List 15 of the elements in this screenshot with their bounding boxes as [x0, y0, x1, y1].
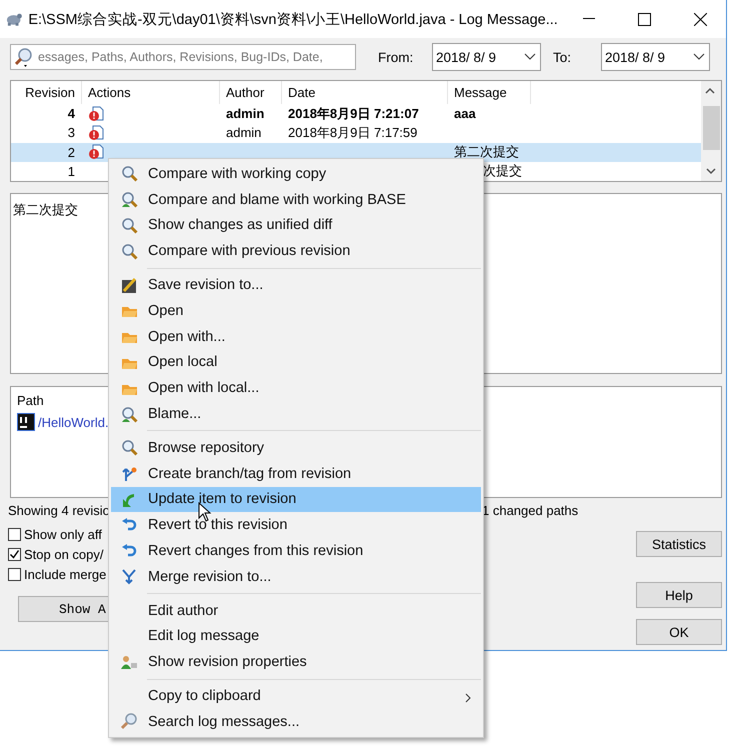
checkbox-label: Include merge — [24, 567, 106, 582]
table-cell-text: 2018年8月9日 7:17:59 — [287, 124, 418, 142]
checkbox-label: Show only aff — [24, 527, 102, 542]
table-cell-text: 4 — [66, 106, 76, 122]
window-title: E:\SSM综合实战-双元\day01\资料\svn资料\小王\HelloWorld.java - Log Message... — [28, 10, 558, 28]
table-cell-text: aaa — [453, 105, 477, 124]
to-label: To: — [553, 50, 572, 64]
from-label: From: — [378, 50, 414, 64]
table-cell-text: 2018年8月9日 7:21:07 — [287, 104, 420, 123]
table-cell-text: 3 — [66, 125, 76, 140]
table-cell-text: admin — [225, 105, 266, 124]
table-cell-text: admin — [225, 124, 262, 142]
table-cell-text: 2 — [66, 144, 76, 160]
table-cell-text: 第二次提交 — [453, 143, 520, 162]
checkbox-label: Stop on copy/ — [24, 547, 104, 562]
